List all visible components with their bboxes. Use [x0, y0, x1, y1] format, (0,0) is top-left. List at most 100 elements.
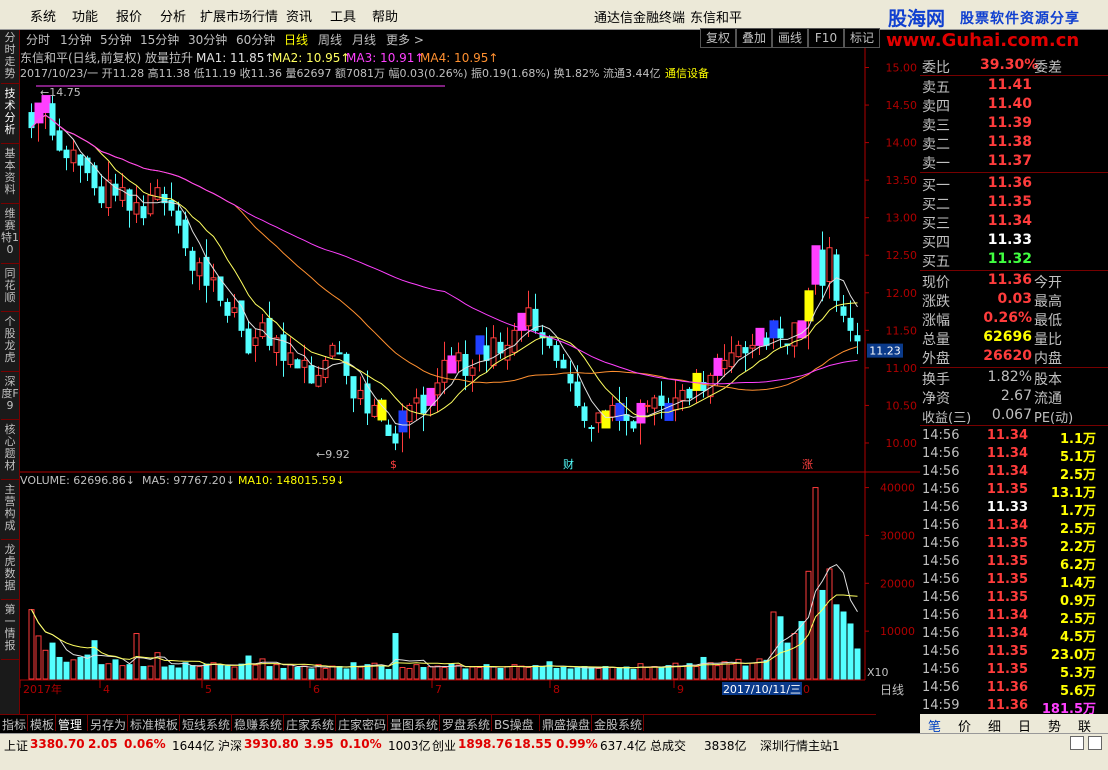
- volume-bar: [672, 662, 679, 680]
- signal-candle: [377, 399, 387, 421]
- month-label: 7: [435, 683, 442, 696]
- volume-bar: [105, 663, 112, 680]
- menu-item-function[interactable]: 功能: [72, 6, 98, 25]
- volume-bar: [140, 666, 147, 680]
- close-icon[interactable]: [1088, 736, 1102, 750]
- sh-amount: 1644亿: [172, 739, 215, 753]
- volume-bar: [854, 648, 861, 680]
- period-daily[interactable]: 日线: [284, 31, 308, 48]
- right-tab-bar: 笔价细日势联: [920, 714, 1108, 735]
- volume-bar: [147, 665, 154, 680]
- date-cursor-label: 2017/10/11/三: [723, 683, 801, 696]
- low-price-label: ←9.92: [316, 448, 350, 461]
- sidebar-tab-basics[interactable]: 基本资料: [1, 148, 19, 204]
- bid-label: 买二: [922, 197, 950, 213]
- candle: [735, 344, 742, 358]
- period-1min[interactable]: 1分钟: [60, 31, 92, 48]
- signal-candle: [755, 327, 765, 346]
- volume-bar: [770, 611, 777, 680]
- candle: [826, 247, 833, 283]
- overlay-button[interactable]: 叠加: [736, 28, 772, 48]
- draw-button[interactable]: 画线: [772, 28, 808, 48]
- sidebar-tab-dragon-data[interactable]: 龙虎数据: [1, 544, 19, 600]
- bid-price: 11.33: [987, 232, 1032, 248]
- sidebar-tab-weisaite[interactable]: 维赛特10: [1, 208, 19, 264]
- period-30min[interactable]: 30分钟: [188, 31, 227, 48]
- panel-divider: [920, 367, 1108, 368]
- period-5min[interactable]: 5分钟: [100, 31, 132, 48]
- candle: [196, 262, 203, 277]
- sidebar-tab-tonghuashun[interactable]: 同花顺: [1, 268, 19, 312]
- candle: [301, 359, 308, 368]
- sidebar-tab-technical[interactable]: 技术分析: [1, 88, 19, 144]
- order-diff-label: 委差: [1034, 60, 1062, 76]
- volume-bar: [539, 666, 546, 680]
- period-15min[interactable]: 15分钟: [140, 31, 179, 48]
- candle: [189, 250, 196, 271]
- tick-price: 11.36: [986, 698, 1028, 713]
- f10-button[interactable]: F10: [808, 28, 844, 48]
- volume-bar: [784, 642, 791, 680]
- stat2-value: 0.067: [991, 407, 1032, 423]
- menu-item-quote[interactable]: 报价: [116, 6, 142, 25]
- sidebar-tab-intraday[interactable]: 分时走势: [1, 32, 19, 84]
- volume-bar: [749, 662, 756, 680]
- volume-bar: [378, 665, 385, 680]
- volume-bar: [308, 668, 315, 680]
- adjust-button[interactable]: 复权: [700, 28, 736, 48]
- period-60min[interactable]: 60分钟: [236, 31, 275, 48]
- volume-bar: [63, 661, 70, 680]
- menu-item-news[interactable]: 资讯: [286, 6, 312, 25]
- stat-label-right: 最高: [1034, 294, 1062, 310]
- mark-button[interactable]: 标记: [844, 28, 880, 48]
- menu-item-extended-market[interactable]: 扩展市场行情: [200, 6, 278, 25]
- kline-chart[interactable]: 东信和平(日线,前复权) 放量拉升 MA1: 11.85↑MA2: 10.95↑M…: [20, 48, 920, 714]
- sidebar-tab-intel[interactable]: 第一情报: [1, 604, 19, 660]
- month-label: 9: [677, 683, 684, 696]
- ask-price: 11.38: [987, 134, 1032, 150]
- period-intraday[interactable]: 分时: [26, 31, 50, 48]
- volume-bar: [98, 664, 105, 680]
- menu-item-help[interactable]: 帮助: [372, 6, 398, 25]
- volume-bar: [847, 623, 854, 680]
- stat-value: 26620: [983, 348, 1032, 364]
- volume-bar: [798, 621, 805, 680]
- chart-title: 东信和平(日线,前复权) 放量拉升: [20, 50, 193, 65]
- bid-price: 11.35: [987, 194, 1032, 210]
- tick-price: 11.34: [986, 608, 1028, 623]
- tick-time: 14:56: [922, 554, 960, 569]
- ext-tab-row: [0, 715, 876, 733]
- candle: [350, 376, 357, 399]
- menu-item-tools[interactable]: 工具: [330, 6, 356, 25]
- sidebar-tab-core-topics[interactable]: 核心题材: [1, 424, 19, 480]
- stat-label-right: 量比: [1034, 332, 1062, 348]
- volume-bar: [252, 664, 259, 680]
- volume-bar: [616, 667, 623, 680]
- period-more[interactable]: 更多 >: [386, 31, 424, 48]
- tick-volume: 2.5万: [1059, 468, 1096, 483]
- candle: [686, 388, 693, 399]
- bid-price: 11.36: [987, 175, 1032, 191]
- bid-label: 买三: [922, 216, 950, 232]
- volume-bar: [623, 666, 630, 680]
- candle: [819, 249, 826, 286]
- window-button-icon[interactable]: [1070, 736, 1084, 750]
- tick-time: 14:59: [922, 698, 960, 713]
- sidebar-tab-depth-f9[interactable]: 深度F9: [1, 376, 19, 420]
- candle: [595, 412, 602, 424]
- sz-change: 3.95: [304, 737, 334, 751]
- terminal-title: 通达信金融终端: [594, 11, 686, 26]
- volume-ma10-label: MA10: 148015.59↓: [238, 474, 345, 487]
- period-monthly[interactable]: 月线: [352, 31, 376, 48]
- tick-volume: 1.4万: [1059, 576, 1096, 591]
- price-axis-label: 13.50: [886, 174, 918, 187]
- sidebar-tab-business[interactable]: 主营构成: [1, 484, 19, 540]
- menu-item-system[interactable]: 系统: [30, 6, 56, 25]
- sidebar-tab-dragon-tiger[interactable]: 个股龙虎: [1, 316, 19, 372]
- period-weekly[interactable]: 周线: [318, 31, 342, 48]
- tick-price: 11.34: [986, 428, 1028, 443]
- candle: [126, 189, 133, 211]
- volume-bar: [805, 570, 812, 680]
- candle: [651, 397, 658, 409]
- menu-item-analysis[interactable]: 分析: [160, 6, 186, 25]
